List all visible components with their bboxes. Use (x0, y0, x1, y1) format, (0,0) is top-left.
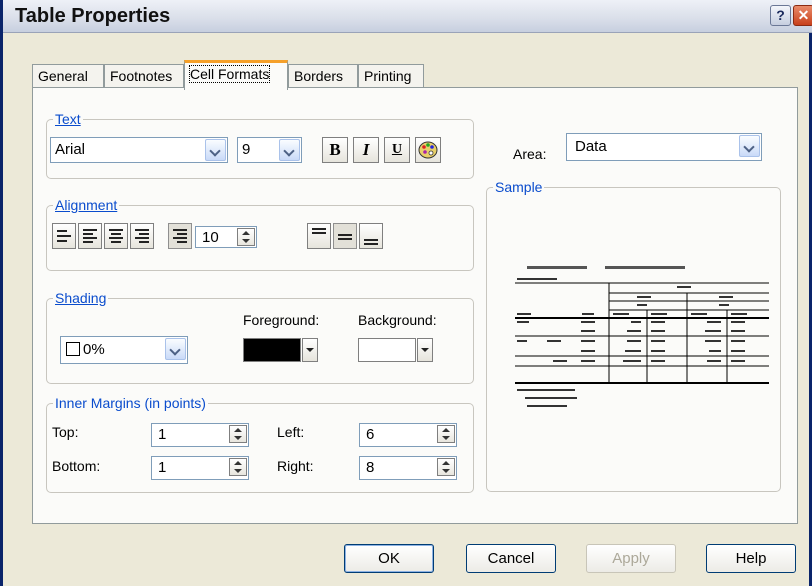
apply-button[interactable]: Apply (586, 544, 676, 573)
window-title: Table Properties (15, 5, 171, 27)
shading-swatch-icon (66, 342, 80, 356)
right-margin-stepper[interactable]: 8 (359, 456, 457, 480)
spin-arrows-icon[interactable] (229, 425, 247, 443)
shading-percent-select[interactable]: 0% (60, 336, 188, 364)
background-color-dropdown[interactable] (417, 338, 433, 362)
chevron-down-icon[interactable] (739, 135, 760, 157)
bold-button[interactable]: B (322, 137, 348, 163)
bottom-margin-stepper[interactable]: 1 (151, 456, 249, 480)
underline-button[interactable]: U (384, 137, 410, 163)
shading-legend: Shading (53, 290, 109, 306)
foreground-color-swatch[interactable] (243, 338, 301, 362)
tab-borders[interactable]: Borders (288, 64, 358, 88)
background-color-swatch[interactable] (358, 338, 416, 362)
sample-table-preview (515, 266, 769, 407)
valign-middle-button[interactable] (333, 223, 357, 249)
palette-icon (418, 141, 438, 159)
valign-top-button[interactable] (307, 223, 331, 249)
right-margin-label: Right: (277, 458, 314, 474)
font-select[interactable]: Arial (50, 137, 228, 163)
alignment-group: Alignment 10 (46, 197, 474, 271)
bottom-margin-label: Bottom: (52, 458, 101, 474)
ok-button[interactable]: OK (344, 544, 434, 573)
top-margin-label: Top: (52, 424, 79, 440)
alignment-legend: Alignment (53, 197, 120, 213)
chevron-down-icon[interactable] (205, 139, 226, 161)
spin-arrows-icon[interactable] (237, 228, 255, 246)
shading-group: Shading 0% Foreground: Background: (46, 290, 474, 384)
top-margin-stepper[interactable]: 1 (151, 423, 249, 447)
tab-printing[interactable]: Printing (358, 64, 424, 88)
foreground-color-dropdown[interactable] (302, 338, 318, 362)
align-center-button[interactable] (104, 223, 128, 249)
font-size-select[interactable]: 9 (237, 137, 302, 163)
tab-footnotes[interactable]: Footnotes (104, 64, 184, 88)
valign-bottom-button[interactable] (359, 223, 383, 249)
foreground-label: Foreground: (243, 312, 320, 328)
align-left-indent-button[interactable] (52, 223, 76, 249)
left-margin-label: Left: (277, 424, 305, 440)
inner-margins-group: Inner Margins (in points) Top: 1 Left: 6… (46, 395, 474, 493)
help-icon[interactable]: ? (770, 5, 791, 26)
text-color-button[interactable] (415, 137, 441, 163)
spin-arrows-icon[interactable] (437, 425, 455, 443)
tab-general[interactable]: General (32, 64, 104, 88)
title-bar[interactable]: Table Properties ? ✕ (3, 0, 812, 33)
decimal-align-button[interactable] (168, 223, 192, 249)
close-icon[interactable]: ✕ (793, 5, 812, 26)
cancel-button[interactable]: Cancel (466, 544, 556, 573)
area-select[interactable]: Data (566, 133, 762, 161)
italic-button[interactable]: I (353, 137, 379, 163)
decimal-offset-stepper[interactable]: 10 (195, 226, 257, 248)
left-margin-stepper[interactable]: 6 (359, 423, 457, 447)
inner-margins-legend: Inner Margins (in points) (53, 395, 208, 411)
cell-formats-panel: Text Arial 9 B I U Area: Data Alignment (32, 87, 798, 524)
chevron-down-icon[interactable] (165, 338, 186, 360)
help-button[interactable]: Help (706, 544, 796, 573)
area-label: Area: (513, 146, 547, 162)
chevron-down-icon[interactable] (279, 139, 300, 161)
align-right-button[interactable] (130, 223, 154, 249)
spin-arrows-icon[interactable] (437, 458, 455, 476)
spin-arrows-icon[interactable] (229, 458, 247, 476)
tab-cell-formats[interactable]: Cell Formats (184, 60, 288, 90)
background-label: Background: (358, 312, 437, 328)
text-legend: Text (53, 111, 83, 127)
align-left-button[interactable] (78, 223, 102, 249)
sample-group: Sample (486, 179, 781, 492)
text-group: Text Arial 9 B I U (46, 111, 474, 179)
